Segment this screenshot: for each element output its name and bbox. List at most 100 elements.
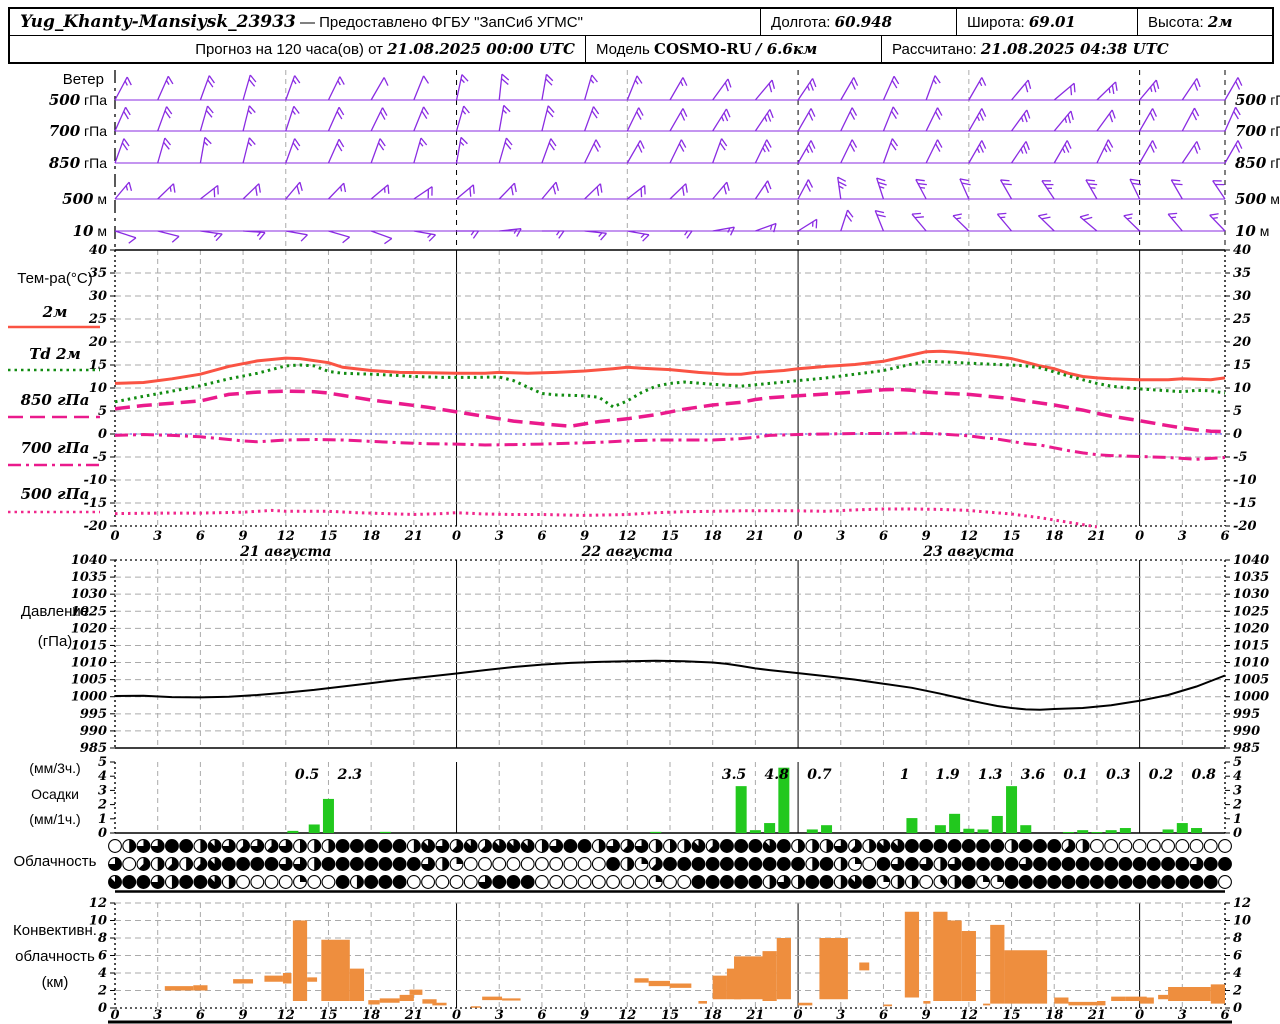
wind-barb xyxy=(874,209,886,232)
wind-barb xyxy=(626,184,646,200)
convective-cloud-bar xyxy=(819,938,848,1000)
wind-barb xyxy=(199,75,215,101)
wind-barb xyxy=(626,75,643,101)
svg-text:4: 4 xyxy=(98,966,107,981)
wind-barb xyxy=(413,75,430,101)
cloud-okta-symbol xyxy=(335,857,350,871)
cloud-okta-symbol xyxy=(1161,857,1176,871)
wind-barb xyxy=(413,186,433,200)
convective-cloud-bar xyxy=(798,1002,813,1006)
wind-barb xyxy=(456,230,480,239)
cloud-okta-symbol xyxy=(1033,839,1047,853)
svg-text:25: 25 xyxy=(88,312,107,327)
wind-barb xyxy=(925,107,943,132)
precip-bar xyxy=(1191,828,1203,833)
svg-text:1: 1 xyxy=(1233,812,1242,827)
wind-barb xyxy=(968,77,987,101)
cloud-okta-symbol xyxy=(734,839,749,853)
svg-text:30: 30 xyxy=(89,289,107,304)
cloud-okta-symbol xyxy=(976,839,991,853)
precip-bar xyxy=(963,828,975,833)
svg-text:1.9: 1.9 xyxy=(935,767,960,783)
cloud-okta-symbol xyxy=(179,875,194,889)
wind-barb xyxy=(797,218,818,232)
precip-bar xyxy=(379,831,391,833)
cloud-okta-symbol xyxy=(620,875,635,889)
svg-text:4: 4 xyxy=(98,769,107,784)
cloud-okta-symbol xyxy=(577,839,592,853)
wind-barb xyxy=(882,138,899,164)
wind-barb xyxy=(797,78,817,101)
svg-text:3: 3 xyxy=(1178,529,1187,544)
cloud-okta-symbol xyxy=(1047,857,1062,871)
cloud-okta-symbol xyxy=(1132,875,1147,889)
wind-barb xyxy=(541,181,560,200)
wind-barb xyxy=(455,74,469,101)
svg-text:10: 10 xyxy=(89,914,107,929)
svg-text:985: 985 xyxy=(1233,741,1260,756)
svg-text:-20: -20 xyxy=(1233,519,1257,534)
cloud-okta-symbol xyxy=(1104,839,1119,853)
cloud-okta-symbol xyxy=(1132,839,1147,853)
wind-barb xyxy=(754,109,774,132)
cloud-okta-symbol xyxy=(1146,857,1161,871)
cloud-okta-symbol xyxy=(1175,857,1190,871)
wind-barb xyxy=(413,106,430,132)
cloud-okta-symbol xyxy=(1061,857,1076,871)
wind-barb xyxy=(157,183,176,200)
precip-bar xyxy=(821,825,833,833)
cloud-okta-symbol xyxy=(1218,875,1232,889)
wind-barb xyxy=(627,230,650,242)
convective-cloud-bar xyxy=(712,975,727,1000)
convective-cloud-bar xyxy=(482,996,503,1001)
svg-text:-10: -10 xyxy=(1233,473,1257,488)
wind-barb xyxy=(712,78,732,101)
svg-text:0: 0 xyxy=(98,427,107,442)
cloud-okta-symbol xyxy=(1175,875,1190,889)
svg-text:1020: 1020 xyxy=(1233,621,1269,636)
cloud-okta-symbol xyxy=(606,875,621,889)
wind-barb xyxy=(584,230,607,241)
svg-text:985: 985 xyxy=(80,741,107,756)
wind-barb xyxy=(541,73,554,101)
svg-text:1040: 1040 xyxy=(71,553,107,568)
wind-barb xyxy=(1010,141,1030,164)
svg-text:40: 40 xyxy=(89,243,107,258)
precip-bar xyxy=(650,831,662,833)
precip-bar xyxy=(764,823,776,833)
cloud-okta-symbol xyxy=(122,875,137,889)
cloud-okta-symbol xyxy=(1218,857,1232,871)
cloud-okta-symbol xyxy=(264,857,279,871)
convective-cloud-bar xyxy=(432,1002,447,1006)
precip-bar xyxy=(287,830,299,833)
convective-cloud-bar xyxy=(1168,987,1211,1001)
wind-barb xyxy=(1053,140,1072,164)
wind-barb xyxy=(712,138,728,164)
convective-cloud-bar xyxy=(734,956,763,1000)
cloud-okta-symbol xyxy=(1189,875,1204,889)
cloud-okta-symbol xyxy=(663,875,677,889)
svg-text:1.3: 1.3 xyxy=(978,767,1003,783)
svg-text:40: 40 xyxy=(1233,243,1251,258)
cloud-okta-symbol xyxy=(606,857,621,871)
wind-barb xyxy=(327,76,345,101)
cloud-okta-symbol xyxy=(378,839,393,853)
convective-cloud-bar xyxy=(164,986,194,991)
cloud-okta-symbol xyxy=(264,875,279,889)
cloud-okta-symbol xyxy=(549,857,564,871)
cloud-okta-symbol xyxy=(506,875,521,889)
wind-barb xyxy=(968,140,987,164)
svg-text:15: 15 xyxy=(661,529,679,544)
svg-text:3: 3 xyxy=(836,529,845,544)
convective-cloud-bar xyxy=(961,931,976,1001)
convective-cloud-bar xyxy=(282,973,292,984)
svg-text:20: 20 xyxy=(88,335,107,350)
convective-cloud-bar xyxy=(923,1001,931,1004)
cloud-okta-symbol xyxy=(506,857,521,871)
svg-text:3.6: 3.6 xyxy=(1021,767,1046,783)
wind-barb xyxy=(114,181,133,200)
svg-text:9: 9 xyxy=(239,529,248,544)
svg-text:1000: 1000 xyxy=(1233,690,1269,705)
precip-bar xyxy=(1006,786,1018,833)
cloud-okta-symbol xyxy=(1075,875,1090,889)
